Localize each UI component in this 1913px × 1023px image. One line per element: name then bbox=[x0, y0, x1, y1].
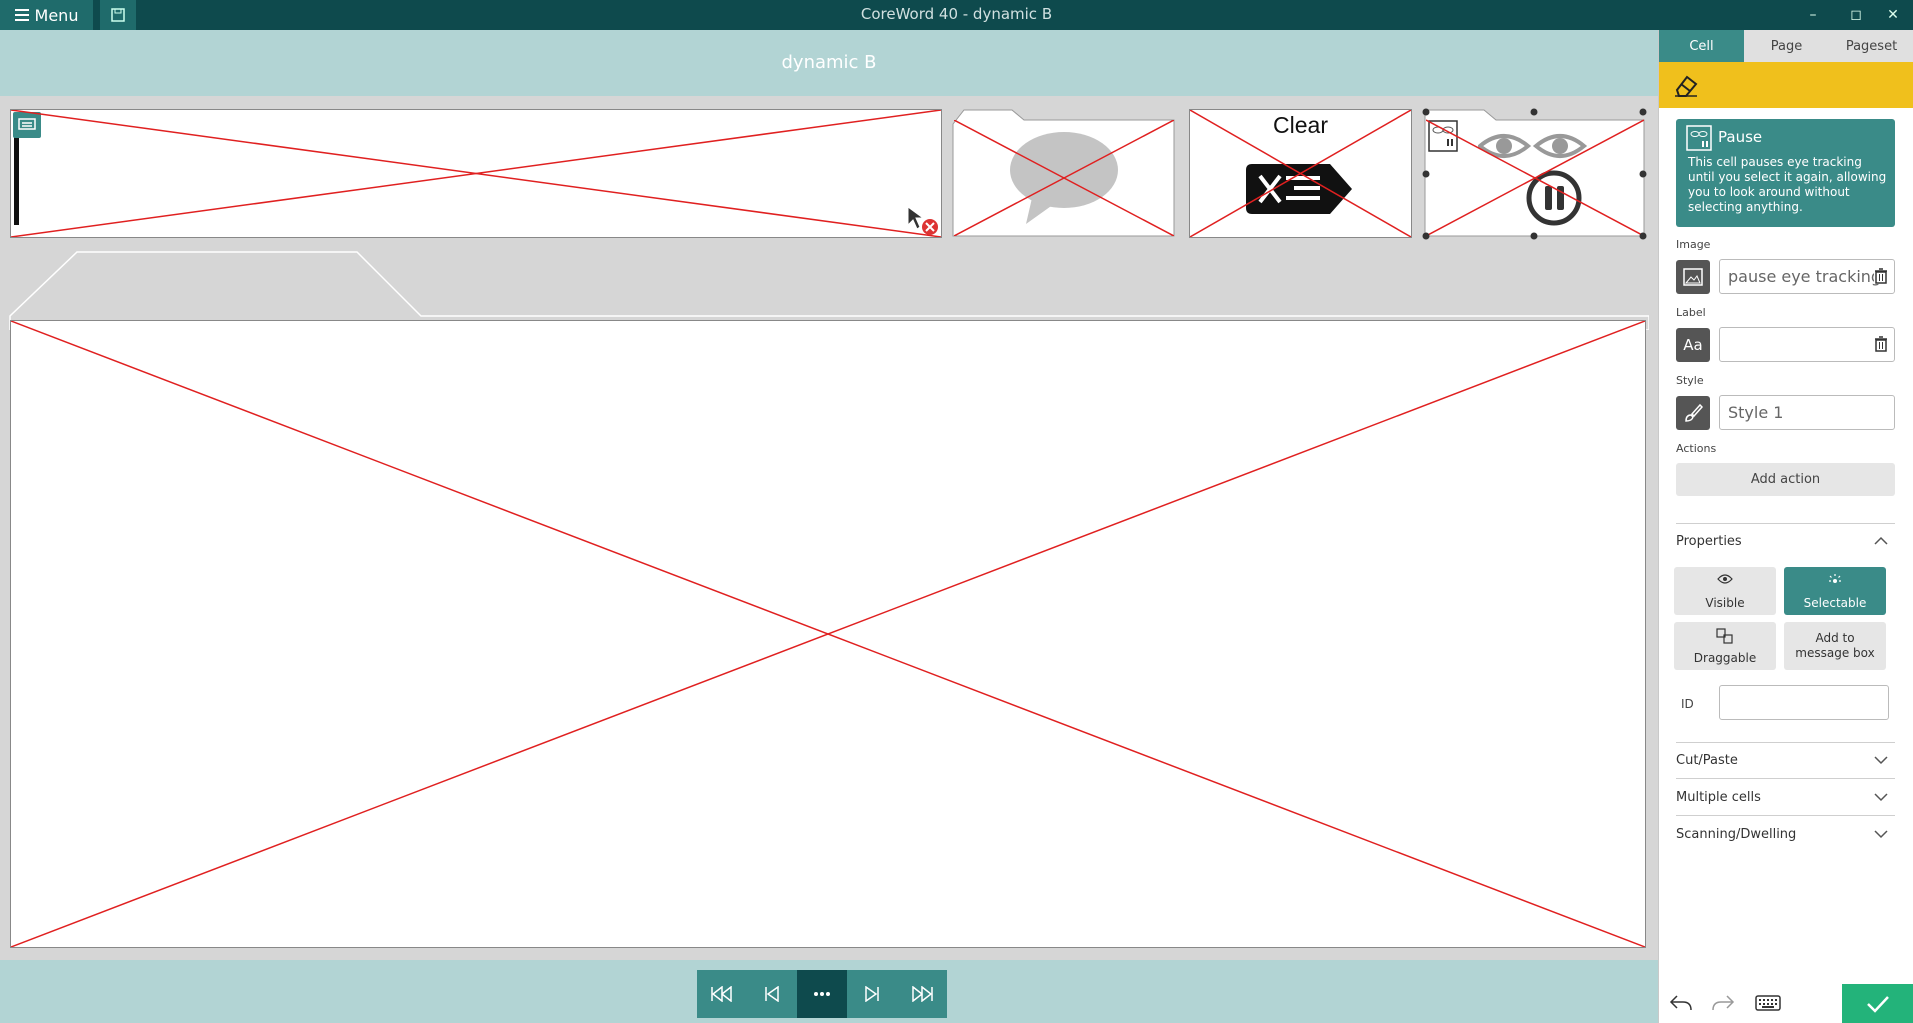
minimize-button[interactable]: – bbox=[1793, 0, 1833, 30]
chevron-up-icon bbox=[1874, 536, 1888, 545]
eraser-toolbar bbox=[1659, 62, 1913, 108]
scanning-dwelling-title: Scanning/Dwelling bbox=[1676, 827, 1797, 842]
style-field[interactable]: Style 1 bbox=[1719, 395, 1895, 430]
multiple-cells-section[interactable]: Multiple cells bbox=[1676, 790, 1895, 805]
confirm-button[interactable] bbox=[1842, 984, 1913, 1023]
keyboard-icon[interactable] bbox=[1755, 995, 1781, 1011]
cell-type-title: Pause bbox=[1718, 128, 1763, 146]
missing-image-marker bbox=[954, 120, 1174, 236]
add-to-message-box-toggle[interactable]: Add to message box bbox=[1784, 622, 1886, 670]
close-icon: ✕ bbox=[1887, 7, 1899, 23]
missing-image-marker bbox=[11, 110, 941, 237]
style-picker-button[interactable] bbox=[1676, 396, 1710, 430]
chevron-down-icon bbox=[1874, 830, 1888, 839]
add-action-button[interactable]: Add action bbox=[1676, 463, 1895, 496]
divider bbox=[1676, 523, 1895, 524]
properties-title: Properties bbox=[1676, 534, 1742, 549]
cell-properties-panel: Cell Page Pageset Pause This cell pauses… bbox=[1658, 30, 1913, 1023]
bottom-bar bbox=[0, 960, 1658, 1023]
last-page-button[interactable] bbox=[897, 970, 947, 1018]
trash-icon[interactable] bbox=[1874, 336, 1888, 352]
tab-pageset[interactable]: Pageset bbox=[1829, 30, 1913, 62]
cell-type-description: This cell pauses eye tracking until you … bbox=[1688, 155, 1887, 214]
draggable-toggle[interactable]: Draggable bbox=[1674, 622, 1776, 670]
missing-image-marker bbox=[1190, 110, 1411, 237]
multiple-cells-title: Multiple cells bbox=[1676, 790, 1761, 805]
label-label: Label bbox=[1676, 306, 1706, 319]
id-label: ID bbox=[1681, 697, 1694, 711]
clear-cell[interactable]: Clear bbox=[1189, 109, 1412, 238]
drag-icon bbox=[1716, 628, 1733, 644]
more-button[interactable] bbox=[797, 970, 847, 1018]
cut-paste-section[interactable]: Cut/Paste bbox=[1676, 753, 1895, 768]
tab-cell[interactable]: Cell bbox=[1659, 30, 1744, 62]
page-header: dynamic B bbox=[0, 30, 1658, 96]
paintbrush-icon bbox=[1685, 403, 1703, 422]
next-page-icon bbox=[865, 986, 879, 1002]
maximize-button[interactable]: ◻ bbox=[1836, 0, 1876, 30]
window-title: CoreWord 40 - dynamic B bbox=[860, 5, 1053, 23]
maximize-icon: ◻ bbox=[1850, 7, 1862, 23]
selectable-label: Selectable bbox=[1803, 596, 1867, 610]
divider bbox=[1676, 778, 1895, 779]
last-page-icon bbox=[912, 986, 933, 1002]
id-field[interactable] bbox=[1719, 685, 1889, 720]
speak-cell[interactable] bbox=[954, 120, 1174, 236]
eye-icon bbox=[1717, 574, 1733, 584]
scanning-dwelling-section[interactable]: Scanning/Dwelling bbox=[1676, 827, 1895, 842]
visible-toggle[interactable]: Visible bbox=[1674, 567, 1776, 615]
checkmark-icon bbox=[1867, 995, 1889, 1013]
cell-info-box: Pause This cell pauses eye tracking unti… bbox=[1676, 119, 1895, 227]
undo-icon[interactable] bbox=[1669, 994, 1693, 1012]
properties-section-header[interactable]: Properties bbox=[1676, 534, 1895, 549]
image-label: Image bbox=[1676, 238, 1711, 251]
label-field[interactable] bbox=[1719, 327, 1895, 362]
chevron-down-icon bbox=[1874, 756, 1888, 765]
visible-label: Visible bbox=[1705, 596, 1745, 610]
more-icon bbox=[814, 992, 830, 996]
cursor-error-icon bbox=[907, 206, 938, 235]
draggable-label: Draggable bbox=[1693, 651, 1757, 665]
title-bar: Menu CoreWord 40 - dynamic B – ◻ ✕ bbox=[0, 0, 1913, 30]
style-label: Style bbox=[1676, 374, 1704, 387]
first-page-button[interactable] bbox=[697, 970, 747, 1018]
divider bbox=[1676, 815, 1895, 816]
tab-page[interactable]: Page bbox=[1744, 30, 1829, 62]
image-field[interactable]: pause eye tracking bbox=[1719, 259, 1895, 294]
chevron-down-icon bbox=[1874, 793, 1888, 802]
folder-cell[interactable] bbox=[10, 320, 1646, 948]
pause-tracking-icon bbox=[1686, 125, 1712, 151]
first-page-icon bbox=[711, 986, 732, 1002]
page-title: dynamic B bbox=[781, 52, 877, 73]
image-icon bbox=[1683, 268, 1703, 286]
tap-icon bbox=[1829, 574, 1841, 583]
eraser-icon[interactable] bbox=[1673, 74, 1699, 98]
previous-page-icon bbox=[765, 986, 779, 1002]
folder-tab-shape bbox=[9, 251, 1649, 330]
panel-tabs: Cell Page Pageset bbox=[1659, 30, 1913, 62]
close-button[interactable]: ✕ bbox=[1873, 0, 1913, 30]
divider bbox=[1676, 742, 1895, 743]
message-window-cell[interactable] bbox=[10, 109, 942, 238]
actions-label: Actions bbox=[1676, 442, 1717, 455]
missing-image-marker bbox=[11, 321, 1645, 947]
cut-paste-title: Cut/Paste bbox=[1676, 753, 1738, 768]
trash-icon[interactable] bbox=[1874, 268, 1888, 284]
add-to-message-box-label: Add to message box bbox=[1795, 631, 1875, 660]
selection-handles[interactable] bbox=[1421, 107, 1649, 241]
previous-page-button[interactable] bbox=[747, 970, 797, 1018]
page-grid: Clear bbox=[0, 96, 1658, 960]
image-picker-button[interactable] bbox=[1676, 260, 1710, 294]
image-field-value: pause eye tracking bbox=[1728, 267, 1882, 286]
next-page-button[interactable] bbox=[847, 970, 897, 1018]
minimize-icon: – bbox=[1809, 7, 1817, 23]
page-navigation bbox=[697, 970, 947, 1018]
selectable-toggle[interactable]: Selectable bbox=[1784, 567, 1886, 615]
text-icon: Aa bbox=[1683, 336, 1703, 354]
redo-icon[interactable] bbox=[1711, 994, 1735, 1012]
style-field-value: Style 1 bbox=[1728, 403, 1784, 422]
label-picker-button[interactable]: Aa bbox=[1676, 328, 1710, 362]
